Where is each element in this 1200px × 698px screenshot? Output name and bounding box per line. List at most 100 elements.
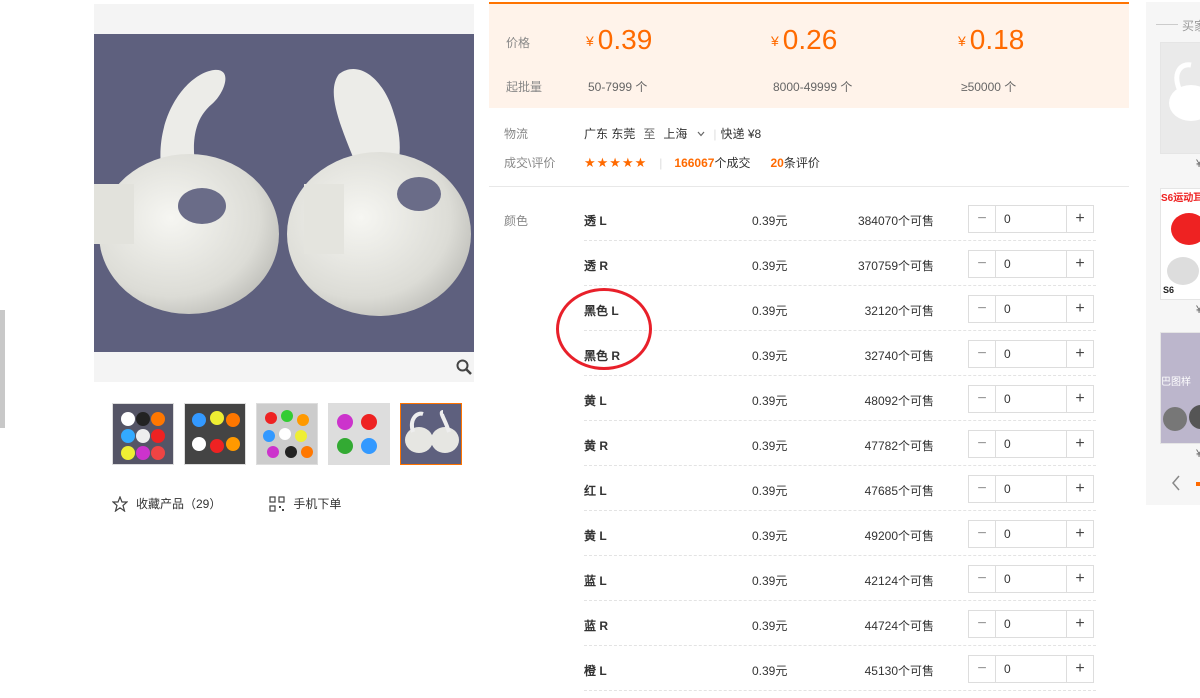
price-value: 0.18 [969,24,1025,55]
window-edge [0,310,5,428]
quantity-input[interactable]: 0 [996,431,1066,457]
quantity-input[interactable]: 0 [996,566,1066,592]
side-panel: 买家 ¥ S6运动耳 S6 ¥ 巴图样 ¥ [1146,2,1200,505]
thumbnail-1[interactable] [112,403,174,465]
chevron-left-icon[interactable] [1170,474,1182,492]
star-outline-icon [112,495,128,512]
logistics-label: 物流 [504,127,529,141]
thumbnail-2[interactable] [184,403,246,465]
decrement-button[interactable]: − [969,566,996,592]
quantity-stepper: −0 + [968,565,1094,593]
quantity-input[interactable]: 0 [996,611,1066,637]
sku-price: 0.39元 [752,214,788,228]
quantity-input[interactable]: 0 [996,656,1066,682]
destination-select[interactable]: 上海 [663,125,687,142]
color-label: 颜色 [504,214,529,228]
review-count[interactable]: 20 [770,156,783,170]
decrement-button[interactable]: − [969,611,996,637]
decrement-button[interactable]: − [969,476,996,502]
zoom-bar [94,352,474,382]
side-promo-text: S6运动耳 [1161,191,1200,204]
thumbnail-4[interactable] [328,403,390,465]
magnifier-icon[interactable] [456,359,472,375]
decrement-button[interactable]: − [969,341,996,367]
increment-button[interactable]: + [1066,521,1093,547]
decrement-button[interactable]: − [969,296,996,322]
quantity-stepper: −0 + [968,205,1094,233]
sku-stock: 384070个可售 [857,214,934,228]
side-product-3[interactable]: 巴图样 [1160,332,1200,444]
sku-stock: 32740个可售 [864,349,934,363]
sku-name: 红 L [584,484,607,498]
increment-button[interactable]: + [1066,251,1093,277]
shipping-text: 快递 ¥8 [720,127,762,141]
decrement-button[interactable]: − [969,521,996,547]
increment-button[interactable]: + [1066,206,1093,232]
sku-row: 黑色 R 0.39元 32740个可售 −0 + [584,331,1096,376]
sku-price: 0.39元 [752,304,788,318]
main-product-image[interactable] [94,34,474,352]
price-label: 价格 [506,36,531,50]
price-tier-2: ¥0.26 [771,24,837,56]
sku-price: 0.39元 [752,529,788,543]
quantity-input[interactable]: 0 [996,206,1066,232]
side-price-3: ¥ [1196,448,1200,460]
quantity-input[interactable]: 0 [996,341,1066,367]
sku-stock: 49200个可售 [864,529,934,543]
decrement-button[interactable]: − [969,656,996,682]
quantity-stepper: −0 + [968,295,1094,323]
quantity-input[interactable]: 0 [996,251,1066,277]
sku-stock: 45130个可售 [864,664,934,678]
increment-button[interactable]: + [1066,341,1093,367]
favorite-label: 收藏产品（29） [136,497,222,511]
increment-button[interactable]: + [1066,296,1093,322]
side-product-2[interactable]: S6运动耳 S6 [1160,188,1200,300]
quantity-stepper: −0 + [968,250,1094,278]
mobile-order-button[interactable]: 手机下单 [269,495,341,512]
quantity-stepper: −0 + [968,655,1094,683]
moq-label: 起批量 [506,80,543,94]
sku-stock: 47782个可售 [864,439,934,453]
thumbnail-5-selected[interactable] [400,403,462,465]
quantity-input[interactable]: 0 [996,521,1066,547]
decrement-button[interactable]: − [969,386,996,412]
logistics-row: 物流 广东 东莞 至 上海 | 快递 ¥8 [504,125,761,142]
deal-suffix: 个成交 [714,156,751,170]
increment-button[interactable]: + [1066,476,1093,502]
sku-row: 蓝 R 0.39元 44724个可售 −0 + [584,601,1096,646]
chevron-down-icon[interactable] [697,130,705,138]
sku-name: 黄 R [584,439,609,453]
sku-price: 0.39元 [752,484,788,498]
sku-name: 黄 L [584,529,607,543]
favorite-button[interactable]: 收藏产品（29） [112,495,221,512]
deal-count[interactable]: 166067 [674,156,714,170]
increment-button[interactable]: + [1066,656,1093,682]
increment-button[interactable]: + [1066,611,1093,637]
rating-stars: ★★★★★ [584,154,648,170]
quantity-input[interactable]: 0 [996,386,1066,412]
increment-button[interactable]: + [1066,386,1093,412]
quantity-input[interactable]: 0 [996,296,1066,322]
side-product-1[interactable] [1160,42,1200,154]
decrement-button[interactable]: − [969,251,996,277]
product-gallery [94,4,474,382]
sku-name: 透 R [584,259,609,273]
sku-name: 蓝 L [584,574,607,588]
increment-button[interactable]: + [1066,566,1093,592]
sku-price: 0.39元 [752,349,788,363]
sku-row: 黑色 L 0.39元 32120个可售 −0 + [584,286,1096,331]
carousel-indicator [1196,482,1200,486]
thumbnail-3[interactable] [256,403,318,465]
sku-row: 红 L 0.39元 47685个可售 −0 + [584,466,1096,511]
deals-row: 成交\评价 ★★★★★ | 166067 个成交 20 条评价 [504,154,820,171]
annotation-circle [556,288,652,370]
increment-button[interactable]: + [1066,431,1093,457]
sku-name: 透 L [584,214,607,228]
decrement-button[interactable]: − [969,206,996,232]
sku-name: 蓝 R [584,619,609,633]
side-panel-title: 买家 [1182,19,1200,33]
currency-symbol: ¥ [771,33,779,49]
decrement-button[interactable]: − [969,431,996,457]
quantity-input[interactable]: 0 [996,476,1066,502]
sku-row: 透 L 0.39元 384070个可售 −0 + [584,196,1096,241]
